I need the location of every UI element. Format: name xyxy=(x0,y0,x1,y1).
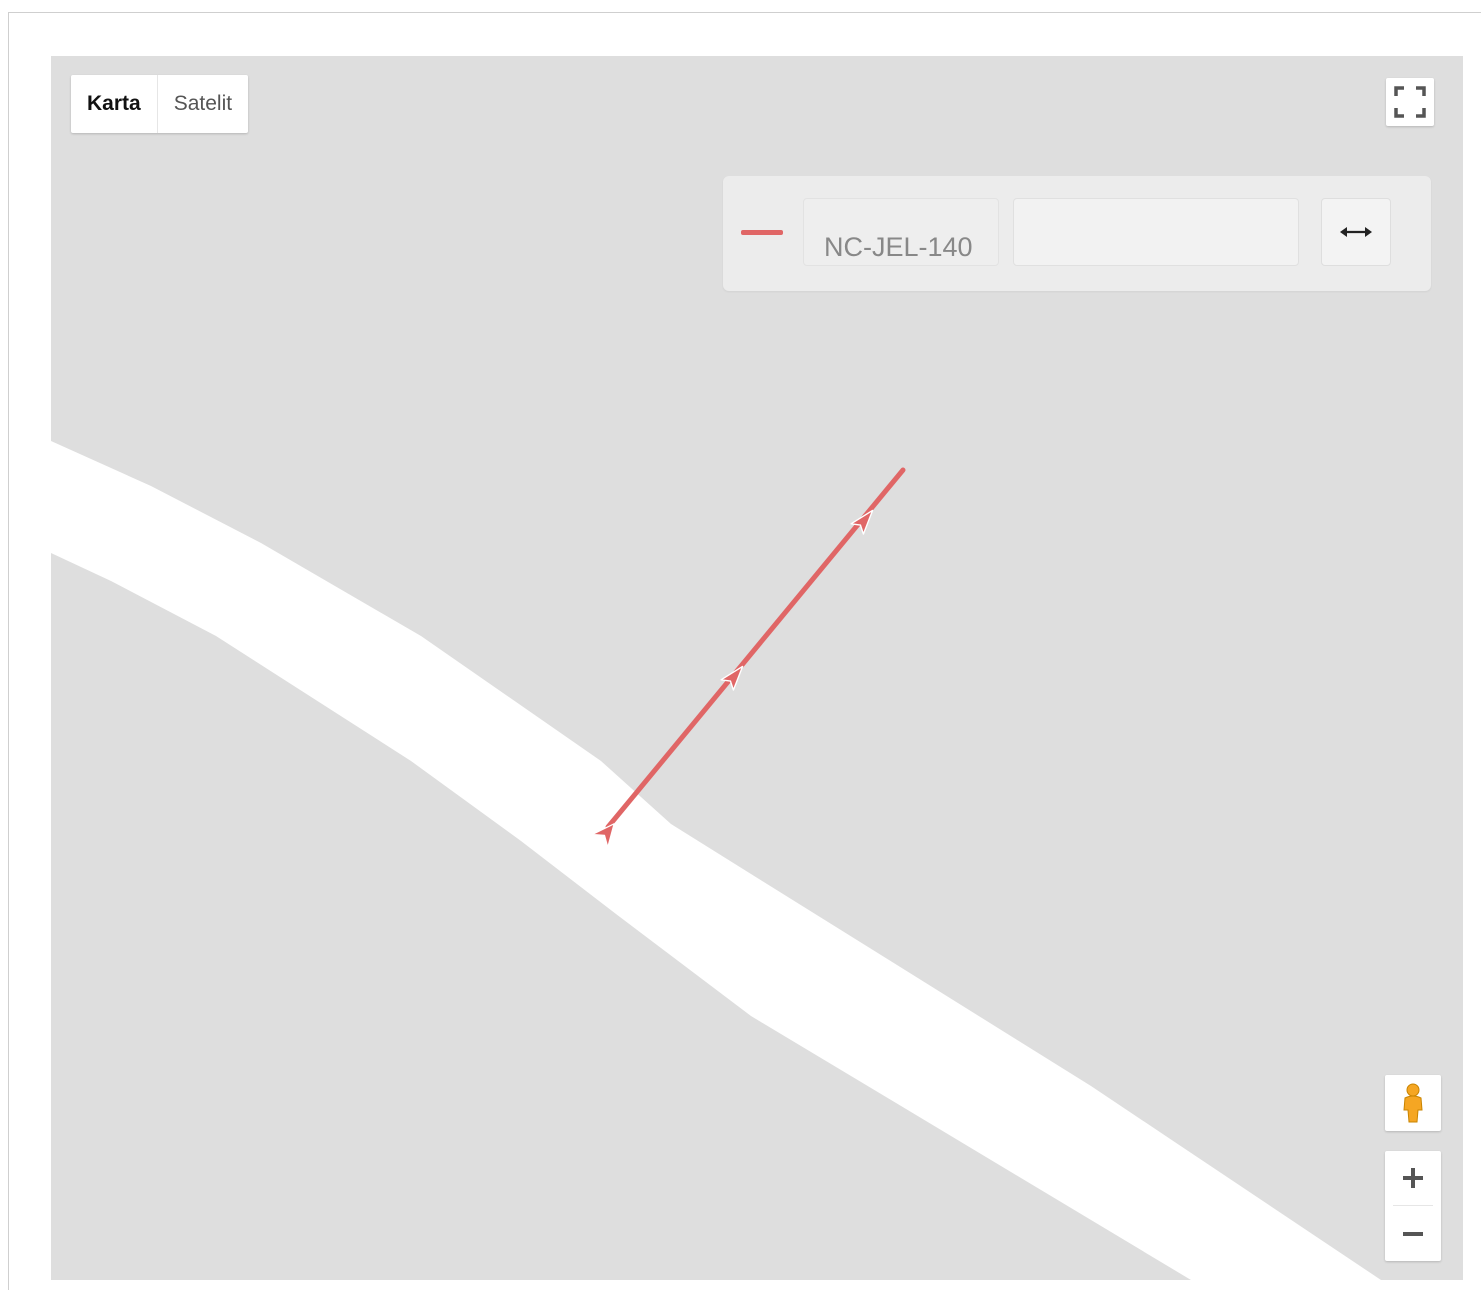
map-frame: Karta Satelit NC-JEL-140 xyxy=(8,12,1481,1290)
fullscreen-button[interactable] xyxy=(1386,78,1434,126)
street-view-pegman-button[interactable] xyxy=(1385,1075,1441,1131)
pegman-icon xyxy=(1403,1083,1423,1123)
fullscreen-icon xyxy=(1394,86,1426,118)
route-code-label: NC-JEL-140 xyxy=(803,198,999,266)
plus-icon xyxy=(1403,1168,1423,1188)
map-type-karta-button[interactable]: Karta xyxy=(71,75,158,133)
minus-icon xyxy=(1403,1232,1423,1236)
zoom-out-button[interactable] xyxy=(1385,1207,1441,1261)
map-type-satelit-button[interactable]: Satelit xyxy=(158,75,248,133)
double-arrow-horizontal-icon xyxy=(1340,227,1372,237)
route-swap-button[interactable] xyxy=(1321,198,1391,266)
map-type-control: Karta Satelit xyxy=(71,75,249,133)
route-panel: NC-JEL-140 xyxy=(723,176,1431,291)
route-search-field[interactable] xyxy=(1013,198,1299,266)
map-canvas[interactable]: Karta Satelit NC-JEL-140 xyxy=(51,56,1463,1280)
road xyxy=(51,441,1381,1280)
zoom-control xyxy=(1385,1151,1441,1261)
route-color-swatch xyxy=(741,230,783,235)
zoom-divider xyxy=(1393,1205,1433,1206)
zoom-in-button[interactable] xyxy=(1385,1151,1441,1205)
